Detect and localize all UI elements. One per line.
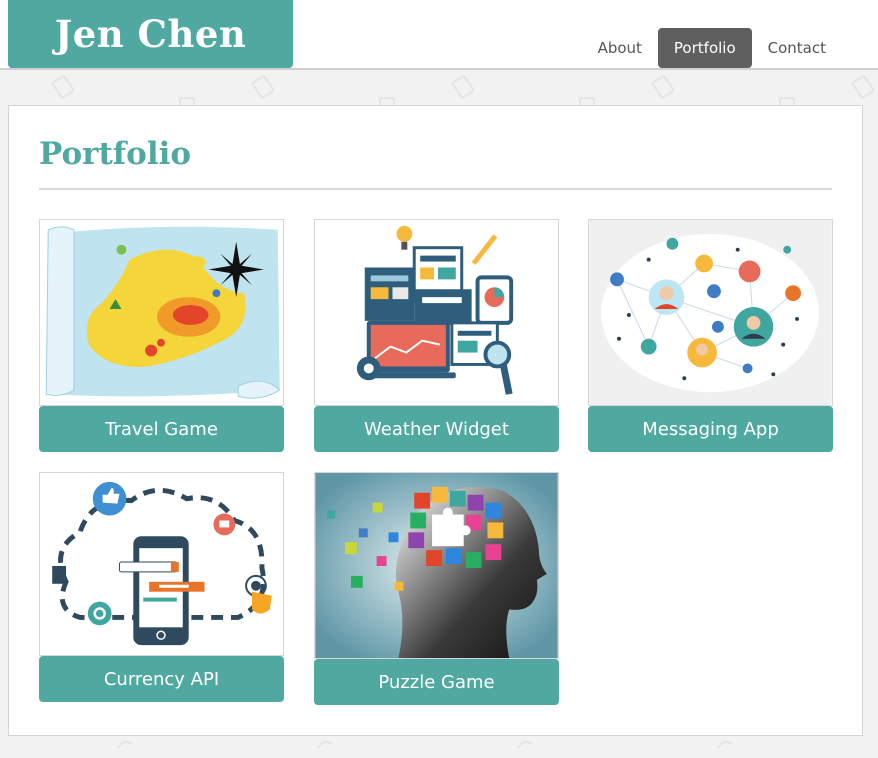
brand-logo[interactable]: Jen Chen [8,0,293,68]
project-card-puzzle-game: Puzzle Game [314,472,559,706]
title-divider [39,188,832,190]
weather-widget-button[interactable]: Weather Widget [314,406,559,452]
project-card-currency-api: Currency API [39,472,284,703]
messaging-app-button[interactable]: Messaging App [588,406,833,452]
travel-game-button[interactable]: Travel Game [39,406,284,452]
site-header: Jen Chen About Portfolio Contact [0,0,878,70]
dashboard-devices-illustration[interactable] [314,219,559,406]
nav-about-link[interactable]: About [590,28,650,68]
puzzle-game-button[interactable]: Puzzle Game [314,659,559,705]
currency-api-button[interactable]: Currency API [39,656,284,702]
treasure-map-illustration[interactable] [39,219,284,406]
main-nav: About Portfolio Contact [582,28,834,68]
social-network-illustration[interactable] [588,219,833,406]
phone-cloud-illustration[interactable] [39,472,284,656]
project-card-weather-widget: Weather Widget [314,219,559,452]
project-card-messaging-app: Messaging App [588,219,833,452]
portfolio-section: Portfolio Travel Game Weather Widget Mes… [8,105,863,736]
puzzle-head-illustration[interactable] [314,472,559,659]
nav-portfolio-link[interactable]: Portfolio [657,28,752,68]
brand-name: Jen Chen [54,12,247,56]
nav-contact-link[interactable]: Contact [760,28,834,68]
project-card-travel-game: Travel Game [39,219,284,452]
page-title: Portfolio [39,136,192,172]
